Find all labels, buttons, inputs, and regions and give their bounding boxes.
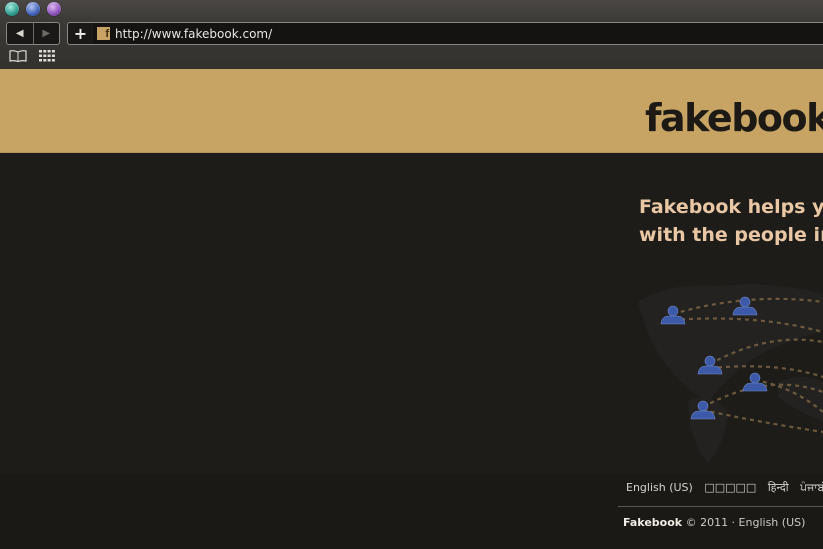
add-bookmark-button[interactable]: + — [67, 22, 94, 45]
back-button[interactable]: ◀ — [7, 23, 33, 44]
language-selector: English (US) □□□□□ हिन्दी ਪੰਜਾਬੀ ਣ — [626, 480, 823, 495]
hero-tagline: Fakebook helps yo with the people in — [639, 193, 823, 249]
footer-divider — [618, 506, 823, 507]
plus-icon: + — [73, 24, 88, 43]
forward-icon: ▶ — [42, 28, 51, 39]
favicon-letter: f — [105, 28, 109, 40]
language-link[interactable]: English (US) — [626, 481, 693, 494]
language-link[interactable]: □□□□□ — [704, 481, 756, 494]
zoom-window-button[interactable] — [47, 2, 61, 16]
back-icon: ◀ — [15, 28, 24, 39]
footer-brand: Fakebook — [623, 516, 683, 529]
hero-line-2: with the people in — [639, 224, 823, 246]
language-link[interactable]: ਪੰਜਾਬੀ — [800, 481, 823, 494]
close-window-button[interactable] — [5, 2, 19, 16]
browser-toolbar: ◀ ▶ + f http://www.fakebook.com/ — [0, 0, 823, 69]
forward-button[interactable]: ▶ — [32, 23, 60, 44]
address-bar[interactable]: f http://www.fakebook.com/ — [93, 22, 823, 45]
copyright-text: © 2011 · English (US) — [682, 516, 806, 529]
world-map-illustration — [638, 284, 823, 462]
minimize-window-button[interactable] — [26, 2, 40, 16]
favicon-icon: f — [97, 27, 110, 40]
site-logo[interactable]: fakebook — [645, 96, 823, 140]
hero-line-1: Fakebook helps yo — [639, 196, 823, 218]
nav-buttons: ◀ ▶ — [6, 22, 60, 45]
language-link[interactable]: हिन्दी — [768, 481, 789, 494]
grid-icon[interactable] — [39, 50, 55, 62]
copyright-line: Fakebook © 2011 · English (US) — [623, 516, 805, 529]
book-icon[interactable] — [9, 50, 27, 62]
url-text[interactable]: http://www.fakebook.com/ — [115, 27, 272, 41]
